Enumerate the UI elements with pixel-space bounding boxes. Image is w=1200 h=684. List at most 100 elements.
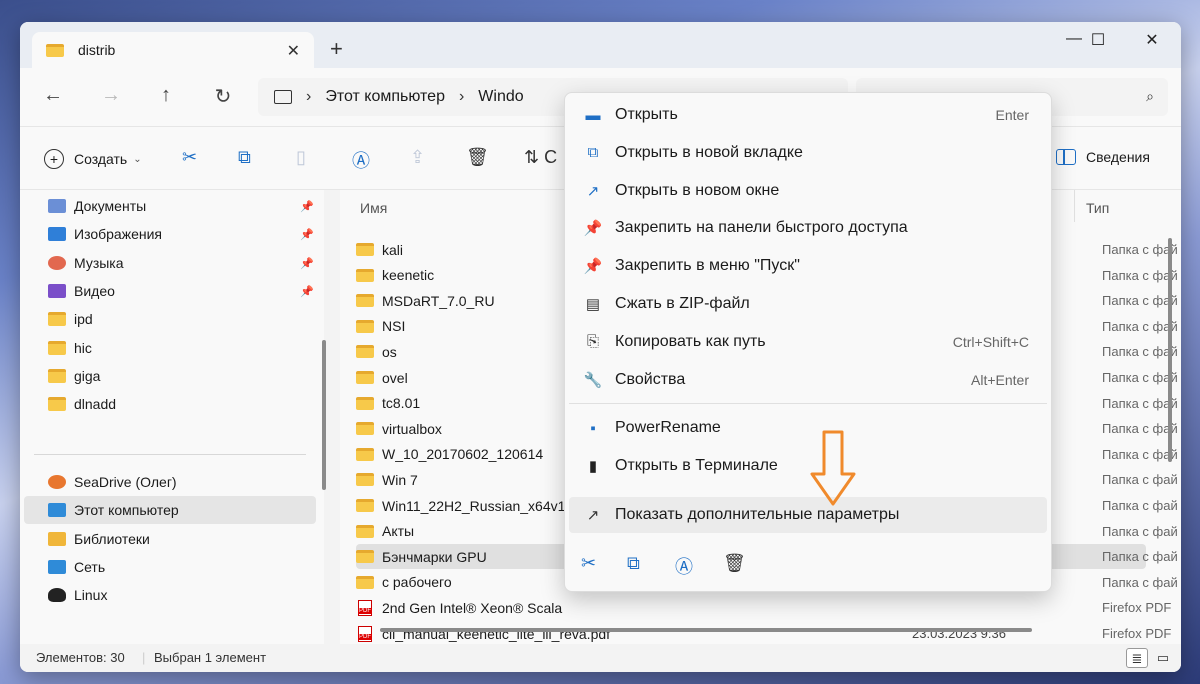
column-header-name[interactable]: Имя (360, 200, 387, 216)
sort-button[interactable]: ⇅ С (524, 147, 557, 168)
copy-button[interactable]: ⧉ (238, 147, 251, 168)
file-row[interactable]: cli_manual_keenetic_lite_iii_reva.pdf23.… (356, 621, 1171, 646)
pin-icon[interactable]: 📌 (300, 285, 314, 298)
folder-icon (48, 397, 66, 411)
file-type: Папка с фай (1102, 344, 1178, 360)
sidebar-item-video[interactable]: Видео 📌 (48, 277, 318, 305)
menu-item-new-tab[interactable]: ⧉ Открыть в новой вкладке (569, 135, 1047, 171)
file-row[interactable]: 2nd Gen Intel® Xeon® Scala Firefox PDF (356, 595, 1171, 620)
title-bar: distrib ✕ + — ☐ ✕ (20, 22, 1181, 68)
tab-label: distrib (78, 42, 116, 58)
copy-icon[interactable]: ⧉ (627, 553, 640, 574)
file-type: Папка с фай (1102, 242, 1178, 257)
folder-icon (356, 268, 374, 282)
file-name: NSI (382, 318, 406, 335)
search-icon: ⌕ (1146, 88, 1154, 104)
folder-icon (356, 422, 374, 436)
folder-icon (356, 447, 374, 461)
forward-button[interactable]: → (96, 84, 126, 107)
sidebar-item-this-pc[interactable]: Этот компьютер (24, 496, 316, 524)
menu-item-folder-open[interactable]: ▬ Открыть Enter (569, 97, 1047, 133)
pin-icon[interactable]: 📌 (300, 200, 314, 213)
horizontal-scrollbar[interactable] (380, 628, 1032, 632)
video-icon (48, 284, 66, 298)
sidebar-item-dlnadd[interactable]: dlnadd (48, 390, 318, 418)
file-type: Папка с фай (1102, 293, 1178, 309)
delete-icon[interactable]: 🗑 (723, 553, 746, 574)
status-separator: | (142, 650, 146, 665)
file-type: Firefox PDF (1102, 600, 1172, 616)
context-menu: ▬ Открыть Enter ⧉ Открыть в новой вкладке ↗ От… (564, 92, 1052, 592)
column-divider[interactable] (1074, 190, 1075, 222)
rename-icon[interactable]: Ⓐ (675, 553, 693, 579)
pin-icon[interactable]: 📌 (300, 228, 314, 241)
copy-path-icon: ⎘ (586, 333, 599, 351)
create-label: Создать (74, 151, 128, 167)
details-view-button[interactable]: ≣ (1126, 648, 1148, 668)
refresh-button[interactable]: ↻ (208, 84, 238, 109)
sidebar-item-documents[interactable]: Документы 📌 (48, 192, 318, 220)
sidebar-item-pictures[interactable]: Изображения 📌 (48, 220, 318, 248)
sidebar-item-hic[interactable]: hic (48, 334, 318, 362)
menu-item-new-window[interactable]: ↗ Открыть в новом окне (569, 173, 1047, 209)
menu-item-copy-path[interactable]: ⎘ Копировать как путь Ctrl+Shift+C (569, 324, 1047, 360)
menu-item-powerrename[interactable]: ▪ PowerRename (569, 410, 1047, 446)
file-name: 2nd Gen Intel® Xeon® Scala (382, 599, 563, 616)
menu-item-show-more-options[interactable]: ↗ Показать дополнительные параметры (569, 497, 1047, 533)
tab-distrib[interactable]: distrib ✕ (32, 32, 314, 68)
breadcrumb-windows[interactable]: Windo (478, 88, 523, 106)
music-icon (48, 256, 66, 270)
cut-button[interactable]: ✂ (182, 147, 197, 168)
menu-item-zip[interactable]: ▤ Сжать в ZIP-файл (569, 286, 1047, 322)
sidebar-item-seadrive[interactable]: SeaDrive (Олег) (48, 468, 318, 496)
menu-item-shortcut: Enter (995, 107, 1029, 123)
sidebar-item-giga[interactable]: giga (48, 362, 318, 390)
rename-button[interactable]: Ⓐ (352, 147, 370, 173)
cut-icon[interactable]: ✂ (581, 553, 596, 574)
paste-button[interactable]: ▯ (296, 147, 306, 168)
details-pane-button[interactable]: Сведения (1056, 149, 1150, 165)
more-options-icon: ↗ (586, 507, 600, 524)
delete-button[interactable]: 🗑 (466, 147, 489, 168)
sidebar-item-label: Музыка (74, 255, 124, 271)
back-button[interactable]: ← (38, 84, 68, 107)
menu-item-label: Открыть в новом окне (615, 181, 780, 199)
new-tab-button[interactable]: + (330, 38, 343, 60)
maximize-button[interactable]: ☐ (1078, 30, 1118, 50)
menu-item-pin[interactable]: 📌 Закрепить на панели быстрого доступа (569, 210, 1047, 246)
new-window-icon: ↗ (586, 182, 600, 200)
pin-icon[interactable]: 📌 (300, 257, 314, 270)
column-header-type[interactable]: Тип (1086, 200, 1109, 216)
file-name: Win11_22H2_Russian_x64v1 (382, 497, 566, 514)
folder-icon (46, 43, 64, 57)
folder-icon (356, 473, 374, 487)
tiles-view-button[interactable]: ▭ (1152, 648, 1174, 668)
folder-icon (356, 319, 374, 333)
chevron-right-icon[interactable]: › (459, 88, 464, 106)
chevron-right-icon[interactable]: › (306, 88, 311, 106)
folder-icon (356, 396, 374, 410)
sidebar-scrollbar[interactable] (322, 340, 326, 490)
chevron-down-icon: ⌄ (133, 153, 142, 165)
sidebar-item-network[interactable]: Сеть (48, 553, 318, 581)
tab-close-icon[interactable]: ✕ (287, 41, 300, 61)
menu-item-label: Копировать как путь (615, 332, 766, 350)
folder-icon (356, 243, 374, 256)
details-label: Сведения (1086, 149, 1150, 165)
menu-item-pin-start[interactable]: 📌 Закрепить в меню "Пуск" (569, 248, 1047, 284)
create-button[interactable]: + Создать ⌄ (44, 149, 142, 169)
sidebar-item-ipd[interactable]: ipd (48, 305, 318, 333)
sidebar-item-music[interactable]: Музыка 📌 (48, 249, 318, 277)
close-window-button[interactable]: ✕ (1132, 30, 1172, 50)
sidebar-item-linux[interactable]: Linux (48, 581, 318, 609)
file-name: ovel (382, 369, 408, 386)
menu-item-terminal[interactable]: ▮ Открыть в Терминале (569, 448, 1047, 484)
menu-item-properties[interactable]: 🔧 Свойства Alt+Enter (569, 362, 1047, 398)
file-name: virtualbox (382, 420, 442, 437)
breadcrumb-this-pc[interactable]: Этот компьютер (325, 88, 445, 106)
file-type: Папка с фай (1102, 395, 1178, 411)
sidebar-item-libraries[interactable]: Библиотеки (48, 525, 318, 553)
up-button[interactable]: ↑ (151, 84, 181, 107)
vertical-scrollbar[interactable] (1168, 238, 1172, 462)
share-button[interactable]: ⇪ (410, 147, 425, 168)
